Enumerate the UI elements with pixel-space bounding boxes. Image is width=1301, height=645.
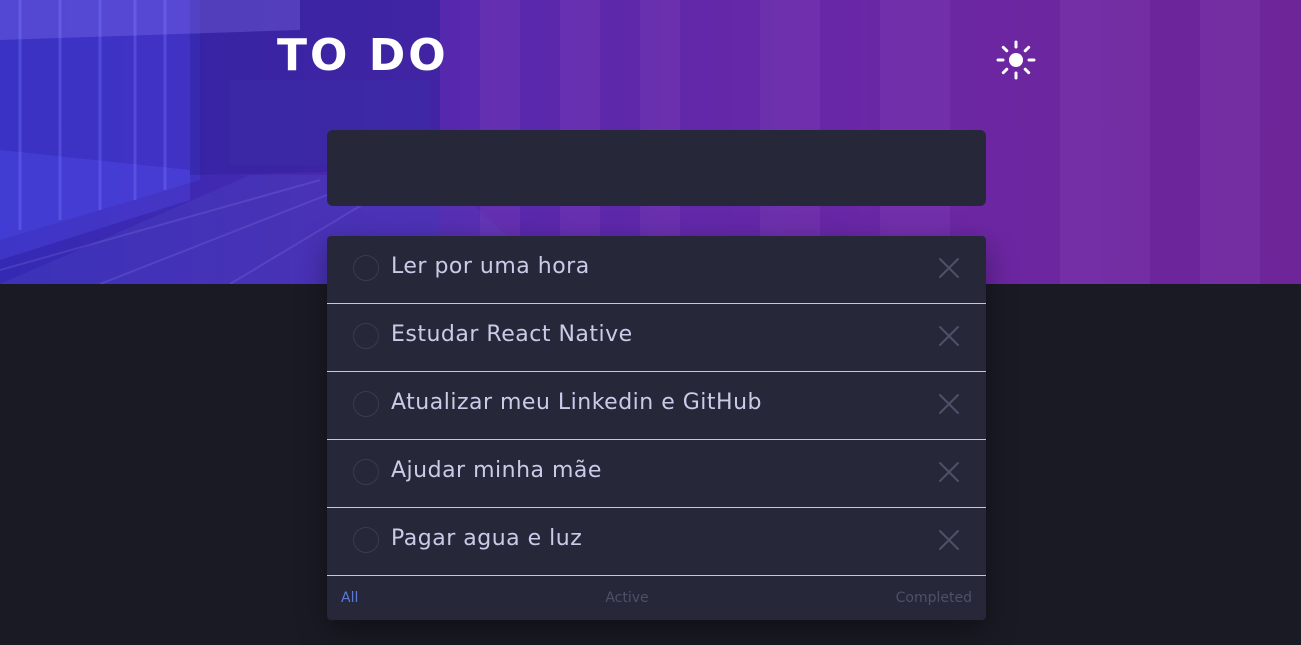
close-icon [939, 258, 959, 278]
complete-checkbox[interactable] [353, 323, 379, 349]
todo-text: Ler por uma hora [391, 254, 590, 279]
delete-button[interactable] [937, 324, 961, 348]
todo-text: Pagar agua e luz [391, 526, 583, 551]
delete-button[interactable] [937, 392, 961, 416]
complete-checkbox[interactable] [353, 459, 379, 485]
todo-item: Estudar React Native [327, 304, 986, 372]
todo-item: Ajudar minha mãe [327, 440, 986, 508]
todo-text: Ajudar minha mãe [391, 458, 602, 483]
filter-bar: All Active Completed [327, 576, 986, 620]
app-title: TO DO [277, 30, 449, 81]
new-todo-input[interactable] [327, 130, 986, 206]
theme-toggle-button[interactable] [994, 38, 1038, 82]
todo-item: Atualizar meu Linkedin e GitHub [327, 372, 986, 440]
todo-item: Pagar agua e luz [327, 508, 986, 576]
close-icon [939, 530, 959, 550]
todo-item: Ler por uma hora [327, 236, 986, 304]
delete-button[interactable] [937, 256, 961, 280]
todo-list: Ler por uma hora Estudar React Native At… [327, 236, 986, 620]
close-icon [939, 394, 959, 414]
filter-completed[interactable]: Completed [896, 590, 972, 606]
todo-text: Atualizar meu Linkedin e GitHub [391, 390, 762, 415]
sun-icon [996, 40, 1036, 80]
complete-checkbox[interactable] [353, 527, 379, 553]
delete-button[interactable] [937, 460, 961, 484]
todo-text: Estudar React Native [391, 322, 633, 347]
delete-button[interactable] [937, 528, 961, 552]
close-icon [939, 462, 959, 482]
close-icon [939, 326, 959, 346]
filter-active[interactable]: Active [605, 590, 648, 606]
complete-checkbox[interactable] [353, 391, 379, 417]
filter-all[interactable]: All [341, 590, 358, 606]
complete-checkbox[interactable] [353, 255, 379, 281]
